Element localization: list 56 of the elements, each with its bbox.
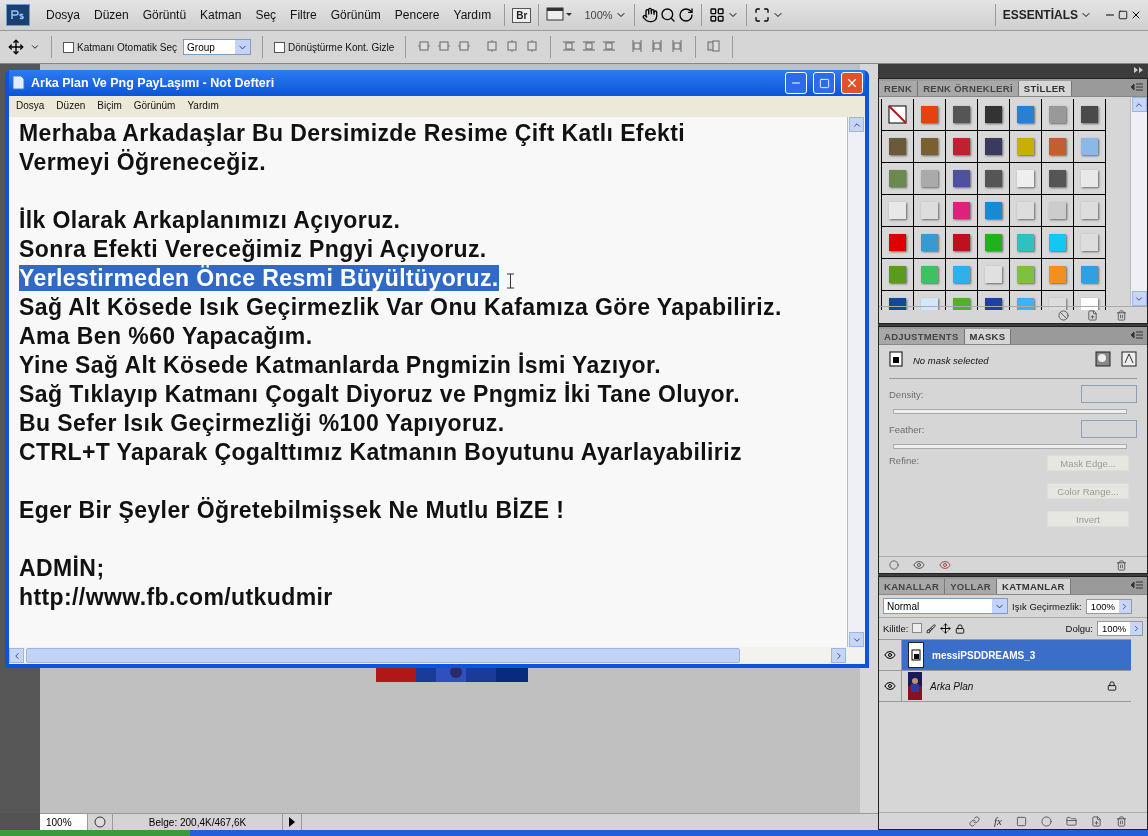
- panel-tab[interactable]: RENK: [879, 81, 919, 96]
- text-line: Sonra Efekti Vereceğimiz Pngyi Açıyoruz.: [19, 236, 487, 262]
- panel-tab[interactable]: YOLLAR: [945, 579, 998, 594]
- text-line: Eger Bir Şeyler Öğretebilmişsek Ne Mutlu BİZE !: [19, 497, 565, 523]
- fill-field[interactable]: 100%: [1097, 621, 1143, 636]
- menu-item[interactable]: Düzen: [88, 6, 135, 24]
- text-line: Sağ Alt Kösede Isık Geçirmezlik Var Onu Kafamıza Göre Yapabiliriz.: [19, 294, 782, 320]
- menu-item[interactable]: Dosya: [40, 6, 86, 24]
- text-line: Sağ Tıklayıp Katmanı Çogalt Diyoruz ve Pngmiz İki Tane Oluyor.: [19, 381, 740, 407]
- text-line: ADMİN;: [19, 555, 105, 581]
- layer-name: Arka Plan: [930, 680, 975, 692]
- menu-item[interactable]: Filtre: [284, 6, 323, 24]
- text-line: Bu Sefer Isık Geçirmezliği %100 Yapıyoruz.: [19, 410, 505, 436]
- layer-name: messiPSDDREAMS_3: [932, 649, 1037, 661]
- menu-item[interactable]: Yardım: [182, 100, 224, 111]
- panel-tab[interactable]: STİLLER: [1018, 81, 1072, 96]
- text-line: İlk Olarak Arkaplanımızı Açıyoruz.: [19, 207, 401, 233]
- menu-item[interactable]: Görünüm: [324, 6, 387, 24]
- density-label: Density:: [889, 388, 924, 400]
- layer-row[interactable]: Arka Plan: [879, 671, 1131, 702]
- menu-item[interactable]: Yardım: [447, 6, 498, 24]
- layer-row[interactable]: messiPSDDREAMS_3: [879, 640, 1131, 671]
- panel-tab[interactable]: KANALLAR: [879, 579, 946, 594]
- opacity-field[interactable]: 100%: [1085, 598, 1132, 614]
- bridge-button[interactable]: Br: [512, 7, 532, 23]
- menu-item[interactable]: Görünüm: [128, 100, 181, 111]
- zoom-field[interactable]: 100%: [40, 814, 88, 830]
- window-title: Arka Plan Ve Png PayLaşımı - Not Defteri: [31, 76, 275, 90]
- menu-item[interactable]: Düzen: [51, 100, 91, 111]
- fill-label: Dolgu:: [1065, 623, 1093, 634]
- panel-tab[interactable]: KATMANLAR: [997, 579, 1071, 594]
- checkbox[interactable]: Katmanı Otomatik Seç: [63, 41, 178, 53]
- text-line: http://www.fb.com/utkudmir: [19, 584, 333, 610]
- lock-label: Kilitle:: [883, 623, 909, 634]
- text-line: Yine Sağ Alt Kösede Katmanlarda Pngmizin İsmi Yazıyor.: [19, 352, 661, 378]
- panel-tab[interactable]: RENK ÖRNEKLERİ: [918, 81, 1019, 96]
- workspace-switcher[interactable]: ESSENTİALS: [1002, 8, 1078, 22]
- checkbox[interactable]: Dönüştürme Kont. Gizle: [274, 41, 395, 53]
- text-line: Merhaba Arkadaşlar Bu Dersimizde Resime Çift Katlı Efekti: [19, 120, 686, 146]
- menu-item[interactable]: Pencere: [388, 6, 446, 24]
- menu-item[interactable]: Görüntü: [136, 6, 193, 24]
- blend-mode-dropdown[interactable]: Normal: [883, 598, 1008, 614]
- text-line: Ama Ben %60 Yapacağım.: [19, 323, 313, 349]
- zoom-level[interactable]: 100%: [584, 9, 613, 21]
- effects-button[interactable]: fx: [994, 815, 1002, 827]
- text-line: Vermeyi Öğreneceğiz.: [19, 149, 267, 175]
- menu-item[interactable]: Katman: [194, 6, 248, 24]
- menu-item[interactable]: Seç: [249, 6, 283, 24]
- text-line: CTRL+T Yaparak Çogalttımız Katmanın Boyutunu Ayarlayabiliriz: [19, 439, 742, 465]
- mask-status: No mask selected: [913, 355, 989, 366]
- refine-label: Refine:: [889, 455, 920, 466]
- opacity-label: Işık Geçirmezlik:: [1012, 600, 1082, 612]
- feather-label: Feather:: [889, 423, 925, 435]
- auto-select-dropdown[interactable]: Group: [183, 39, 252, 55]
- menu-item[interactable]: Biçim: [92, 100, 127, 111]
- menu-item[interactable]: Dosya: [11, 100, 50, 111]
